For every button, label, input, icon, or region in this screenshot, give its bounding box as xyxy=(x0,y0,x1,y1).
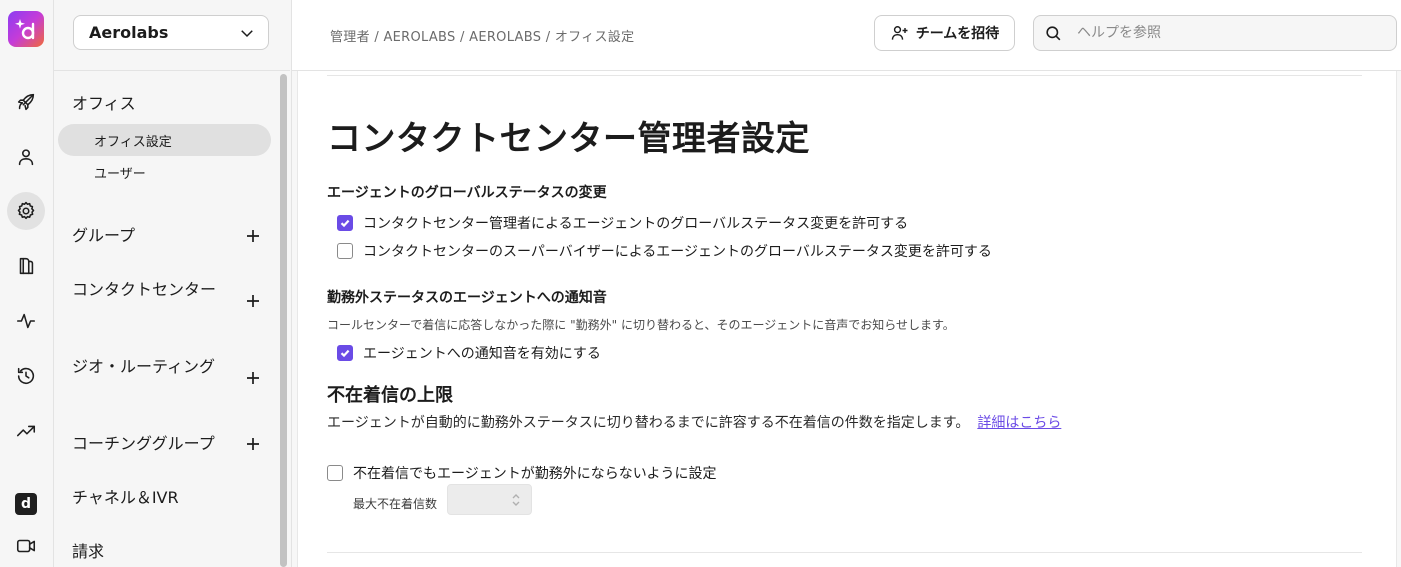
search-input[interactable] xyxy=(1075,24,1379,42)
never-offduty-option[interactable]: 不在着信でもエージェントが勤務外にならないように設定 xyxy=(327,463,716,483)
rocket-icon[interactable] xyxy=(7,83,45,121)
card-divider-top xyxy=(327,75,1362,76)
sidebar-section-billing[interactable]: 請求 xyxy=(72,540,104,563)
search-icon xyxy=(1046,25,1061,40)
dialpad-logo-icon[interactable] xyxy=(8,11,44,47)
max-missed-calls-label: 最大不在着信数 xyxy=(353,497,438,511)
checkbox-label: エージェントへの通知音を有効にする xyxy=(363,346,601,362)
checkbox-label: 不在着信でもエージェントが勤務外にならないように設定 xyxy=(353,466,717,482)
top-bar: 管理者 / AEROLABS / AEROLABS / オフィス設定 チームを招… xyxy=(292,0,1401,71)
learn-more-link[interactable]: 詳細はこちら xyxy=(977,415,1061,431)
checkbox-unchecked[interactable] xyxy=(327,465,343,481)
settings-sidebar: Aerolabs オフィス オフィス設定 ユーザー グループ コンタクトセンター… xyxy=(54,0,292,567)
offduty-sound-heading: 勤務外ステータスのエージェントへの通知音 xyxy=(327,290,607,306)
gear-icon[interactable] xyxy=(7,192,45,230)
workspace-select[interactable]: Aerolabs xyxy=(73,15,269,50)
add-contact-center-icon[interactable] xyxy=(244,292,262,310)
allow-supervisor-status-change-option[interactable]: コンタクトセンターのスーパーバイザーによるエージェントのグローバルステータス変更… xyxy=(337,241,992,261)
global-status-heading: エージェントのグローバルステータスの変更 xyxy=(327,185,607,201)
card-divider-bottom xyxy=(327,552,1362,553)
sidebar-item-users[interactable]: ユーザー xyxy=(58,156,271,188)
max-missed-calls-input[interactable] xyxy=(447,484,532,515)
missed-limit-description: エージェントが自動的に勤務外ステータスに切り替わるまでに許容する不在着信の件数を… xyxy=(327,412,1061,432)
sidebar-section-channels-ivr[interactable]: チャネル＆IVR xyxy=(72,486,179,509)
checkbox-label: コンタクトセンターのスーパーバイザーによるエージェントのグローバルステータス変更… xyxy=(363,244,992,260)
add-group-icon[interactable] xyxy=(244,227,262,245)
checkbox-checked[interactable] xyxy=(337,215,353,231)
add-coaching-group-icon[interactable] xyxy=(244,435,262,453)
main-content: コンタクトセンター管理者設定 エージェントのグローバルステータスの変更 コンタク… xyxy=(292,71,1401,567)
chevron-down-icon xyxy=(241,29,253,37)
sidebar-section-geo-routing[interactable]: ジオ・ルーティング xyxy=(72,355,217,378)
sidebar-item-office-settings[interactable]: オフィス設定 xyxy=(58,124,271,156)
video-icon[interactable] xyxy=(7,527,45,565)
sidebar-section-groups[interactable]: グループ xyxy=(72,224,135,247)
invite-team-label: チームを招待 xyxy=(915,26,1000,42)
checkbox-unchecked[interactable] xyxy=(337,243,353,259)
dialpad-brand-icon[interactable]: d xyxy=(15,493,37,515)
checkbox-label: コンタクトセンター管理者によるエージェントのグローバルステータス変更を許可する xyxy=(363,216,909,232)
sidebar-section-office[interactable]: オフィス xyxy=(72,92,136,115)
add-geo-routing-icon[interactable] xyxy=(244,369,262,387)
allow-admin-status-change-option[interactable]: コンタクトセンター管理者によるエージェントのグローバルステータス変更を許可する xyxy=(337,213,908,233)
activity-icon[interactable] xyxy=(7,302,45,340)
history-icon[interactable] xyxy=(7,357,45,395)
app-rail: d xyxy=(0,0,54,567)
offduty-sound-helper: コールセンターで着信に応答しなかった際に "勤務外" に切り替わると、そのエージ… xyxy=(327,318,955,332)
trending-icon[interactable] xyxy=(7,412,45,450)
checkbox-checked[interactable] xyxy=(337,345,353,361)
invite-team-button[interactable]: チームを招待 xyxy=(874,15,1015,51)
missed-limit-heading: 不在着信の上限 xyxy=(327,385,453,406)
settings-card: コンタクトセンター管理者設定 エージェントのグローバルステータスの変更 コンタク… xyxy=(297,71,1397,567)
sidebar-section-coaching-groups[interactable]: コーチンググループ xyxy=(72,432,215,455)
stepper-icon[interactable] xyxy=(511,493,521,507)
breadcrumb[interactable]: 管理者 / AEROLABS / AEROLABS / オフィス設定 xyxy=(330,26,634,45)
page-title: コンタクトセンター管理者設定 xyxy=(327,119,810,159)
sidebar-section-contact-center[interactable]: コンタクトセンター xyxy=(72,278,217,301)
sidebar-divider xyxy=(54,70,290,71)
user-icon[interactable] xyxy=(7,138,45,176)
contacts-icon[interactable] xyxy=(7,247,45,285)
add-user-icon xyxy=(891,26,908,40)
sidebar-scrollbar[interactable] xyxy=(280,74,287,567)
help-search[interactable] xyxy=(1033,15,1397,51)
workspace-name: Aerolabs xyxy=(89,23,169,42)
missed-limit-description-text: エージェントが自動的に勤務外ステータスに切り替わるまでに許容する不在着信の件数を… xyxy=(327,415,970,431)
enable-offduty-sound-option[interactable]: エージェントへの通知音を有効にする xyxy=(337,343,601,363)
